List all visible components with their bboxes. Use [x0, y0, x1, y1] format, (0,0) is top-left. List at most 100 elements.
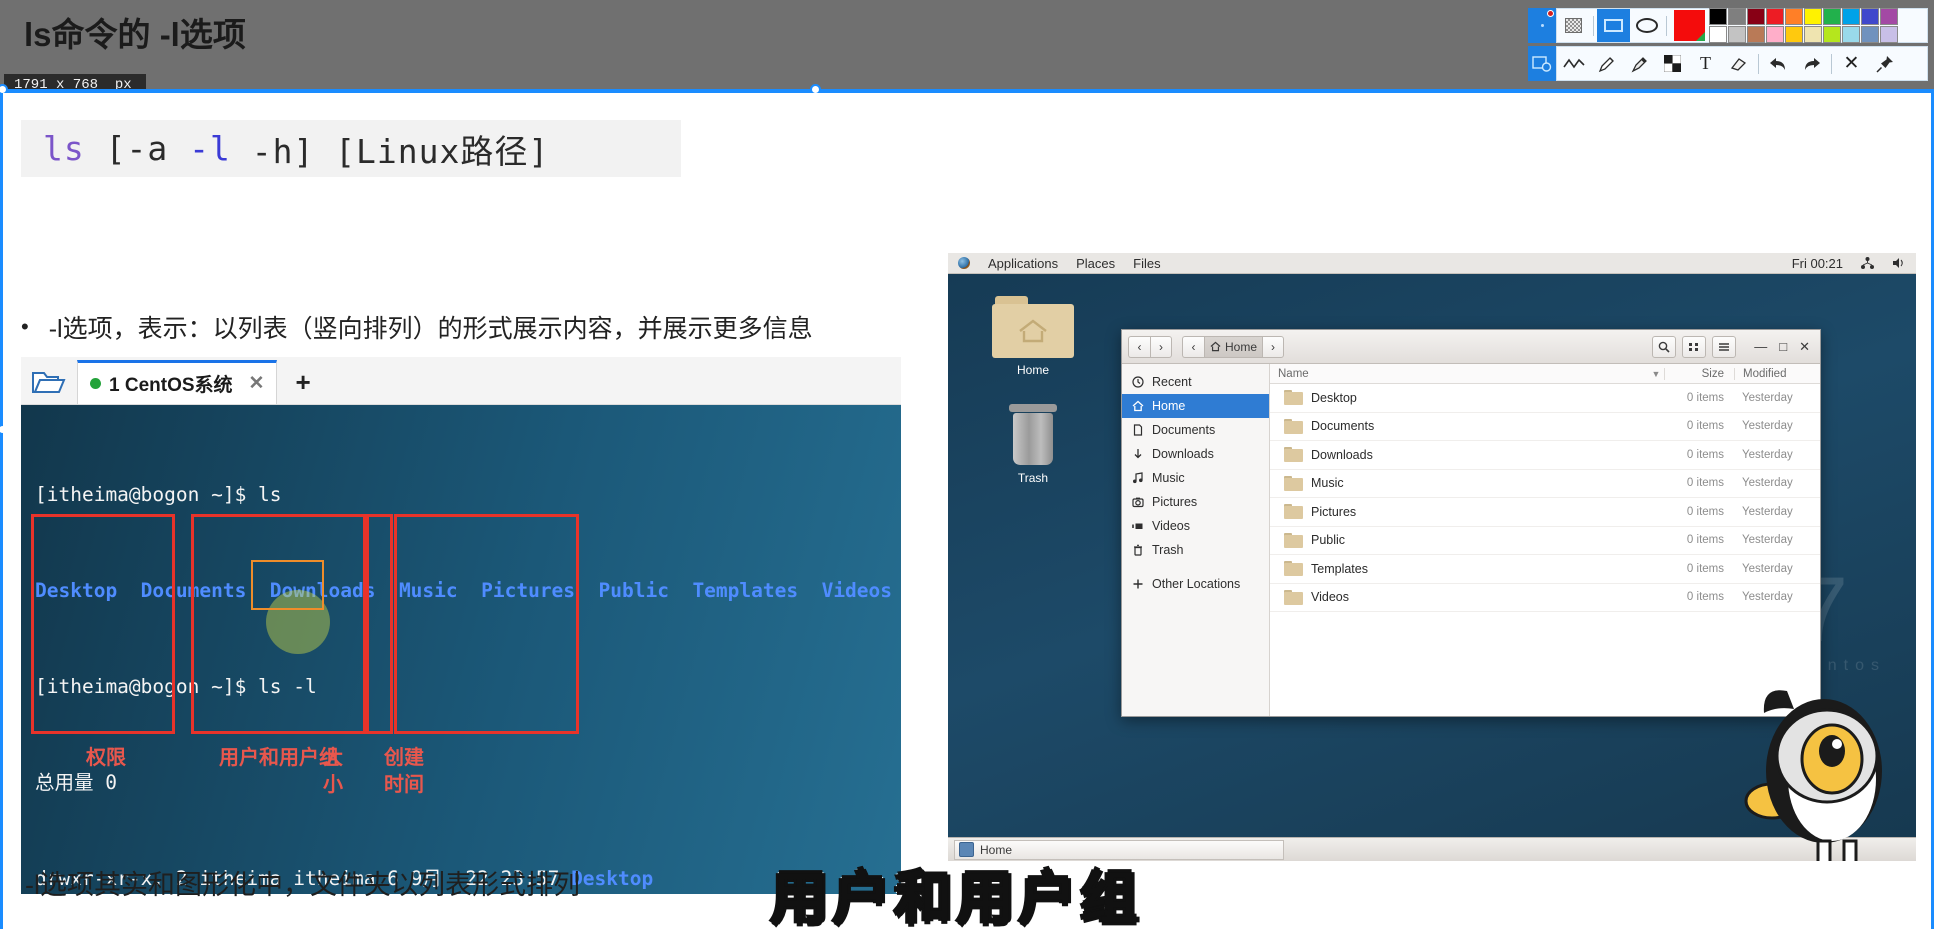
menu-places[interactable]: Places	[1076, 256, 1115, 271]
table-row[interactable]: Documents 0 items Yesterday	[1270, 413, 1820, 441]
annotation-toolbar-row-draw[interactable]: T ✕	[1556, 46, 1928, 81]
swatch-gray[interactable]	[1728, 8, 1746, 25]
swatch-indigo[interactable]	[1861, 8, 1879, 25]
swatch-blue[interactable]	[1842, 8, 1860, 25]
table-row[interactable]: Pictures 0 items Yesterday	[1270, 498, 1820, 527]
swatch-cream[interactable]	[1804, 26, 1822, 43]
sidebar-item-downloads[interactable]: Downloads	[1122, 442, 1269, 466]
highlighter-tool[interactable]	[1623, 47, 1656, 80]
swatch-purple[interactable]	[1880, 8, 1898, 25]
sidebar-item-pictures[interactable]: Pictures	[1122, 490, 1269, 514]
table-row[interactable]: Videos 0 items Yesterday	[1270, 584, 1820, 612]
swatch-orange[interactable]	[1785, 8, 1803, 25]
breadcrumb[interactable]: ‹ Home ›	[1182, 335, 1285, 358]
swatch-lime[interactable]	[1823, 26, 1841, 43]
breadcrumb-prev-button[interactable]: ‹	[1182, 335, 1204, 358]
swatch-dark-red[interactable]	[1747, 8, 1765, 25]
table-row[interactable]: Music 0 items Yesterday	[1270, 470, 1820, 498]
nav-button-group[interactable]: ‹ ›	[1128, 335, 1172, 358]
swatch-white[interactable]	[1709, 26, 1727, 43]
pin-button[interactable]	[1868, 47, 1901, 80]
table-row[interactable]: Public 0 items Yesterday	[1270, 527, 1820, 555]
search-button[interactable]	[1652, 335, 1677, 358]
swatch-black[interactable]	[1709, 8, 1727, 25]
desktop-icon-home[interactable]: Home	[978, 296, 1088, 377]
menu-applications[interactable]: Applications	[988, 256, 1058, 271]
file-list-header[interactable]: Name ▼ Size Modified	[1270, 364, 1820, 384]
rectangle-tool[interactable]	[1597, 9, 1630, 42]
close-button[interactable]: ✕	[1835, 47, 1868, 80]
gnome-desktop[interactable]: 7 centos Home Trash ‹ › ‹ Home › — □ ✕ R…	[948, 274, 1916, 861]
terminal-output[interactable]: [itheima@bogon ~]$ ls Desktop Documents …	[21, 405, 901, 894]
column-header-size[interactable]: Size	[1664, 367, 1734, 380]
undo-button[interactable]	[1762, 47, 1795, 80]
terminal-tab-close-icon[interactable]: ✕	[249, 372, 265, 395]
sidebar-item-recent[interactable]: Recent	[1122, 370, 1269, 394]
window-controls[interactable]: — □ ✕	[1754, 339, 1810, 355]
table-row[interactable]: Templates 0 items Yesterday	[1270, 555, 1820, 584]
ellipse-tool[interactable]	[1630, 9, 1663, 42]
gnome-activities-icon[interactable]	[958, 257, 970, 269]
terminal-tab-bar[interactable]: 1 CentOS系统 ✕ +	[21, 357, 901, 405]
breadcrumb-next-button[interactable]: ›	[1262, 335, 1285, 358]
column-header-modified[interactable]: Modified	[1734, 367, 1820, 380]
terminal-tab-centos[interactable]: 1 CentOS系统 ✕	[77, 360, 278, 404]
close-window-button[interactable]: ✕	[1799, 339, 1810, 355]
open-folder-button[interactable]	[21, 360, 77, 404]
swatch-gold[interactable]	[1785, 26, 1803, 43]
maximize-button[interactable]: □	[1779, 339, 1787, 355]
forward-button[interactable]: ›	[1150, 335, 1172, 358]
minimize-button[interactable]: —	[1754, 339, 1767, 355]
annotation-toolbar[interactable]: T ✕	[1528, 8, 1928, 82]
sidebar-item-videos[interactable]: Videos	[1122, 514, 1269, 538]
swatch-brown[interactable]	[1747, 26, 1765, 43]
new-tab-button[interactable]: +	[295, 367, 310, 404]
gnome-top-bar[interactable]: Applications Places Files Fri 00:21	[948, 253, 1916, 274]
pencil-tool[interactable]	[1590, 47, 1623, 80]
color-palette[interactable]	[1709, 8, 1898, 43]
swatch-lavender[interactable]	[1880, 26, 1898, 43]
grid-view-button[interactable]	[1682, 335, 1707, 358]
swatch-pink[interactable]	[1766, 26, 1784, 43]
table-row[interactable]: Desktop 0 items Yesterday	[1270, 384, 1820, 413]
back-button[interactable]: ‹	[1128, 335, 1150, 358]
table-row[interactable]: Downloads 0 items Yesterday	[1270, 441, 1820, 470]
eraser-tool[interactable]	[1722, 47, 1755, 80]
swatch-yellow[interactable]	[1804, 8, 1822, 25]
capture-region-button[interactable]	[1528, 8, 1556, 43]
menu-files[interactable]: Files	[1133, 256, 1160, 271]
annotation-toolbar-row-shapes[interactable]	[1556, 8, 1928, 43]
sidebar-item-other-locations[interactable]: Other Locations	[1122, 572, 1269, 596]
swatch-steel-blue[interactable]	[1861, 26, 1879, 43]
sidebar-item-home[interactable]: Home	[1122, 394, 1269, 418]
sidebar-item-documents[interactable]: Documents	[1122, 418, 1269, 442]
breadcrumb-home[interactable]: Home	[1204, 335, 1263, 358]
marker-line-tool[interactable]	[1557, 47, 1590, 80]
menu-button[interactable]	[1712, 335, 1737, 358]
current-color-swatch[interactable]	[1674, 10, 1705, 41]
nautilus-file-manager-window[interactable]: ‹ › ‹ Home › — □ ✕ Recent Home Documents…	[1121, 329, 1821, 717]
desktop-icon-trash[interactable]: Trash	[978, 404, 1088, 485]
text-tool[interactable]: T	[1689, 47, 1722, 80]
sidebar-item-trash[interactable]: Trash	[1122, 538, 1269, 562]
swatch-green[interactable]	[1823, 8, 1841, 25]
sidebar-item-music[interactable]: Music	[1122, 466, 1269, 490]
gnome-clock[interactable]: Fri 00:21	[1792, 256, 1843, 271]
text-T-icon: T	[1700, 53, 1711, 73]
mosaic-tool[interactable]	[1656, 47, 1689, 80]
mosaic-pattern-tool[interactable]	[1557, 9, 1590, 42]
network-icon[interactable]	[1861, 257, 1874, 269]
nautilus-header-bar[interactable]: ‹ › ‹ Home › — □ ✕	[1122, 330, 1820, 364]
search-icon	[1658, 341, 1670, 353]
sort-descending-icon[interactable]: ▼	[1648, 369, 1664, 379]
screenshot-to-window-button[interactable]	[1528, 46, 1556, 81]
nautilus-sidebar[interactable]: Recent Home Documents Downloads Music Picture…	[1122, 364, 1270, 716]
swatch-light-gray[interactable]	[1728, 26, 1746, 43]
terminal-window[interactable]: 1 CentOS系统 ✕ + [itheima@bogon ~]$ ls Des…	[21, 357, 901, 894]
swatch-red[interactable]	[1766, 8, 1784, 25]
redo-button[interactable]	[1795, 47, 1828, 80]
column-header-name[interactable]: Name	[1270, 368, 1648, 380]
virtual-machine-screenshot[interactable]: Applications Places Files Fri 00:21 7 ce…	[948, 253, 1916, 861]
volume-icon[interactable]	[1892, 257, 1906, 269]
swatch-sky[interactable]	[1842, 26, 1860, 43]
